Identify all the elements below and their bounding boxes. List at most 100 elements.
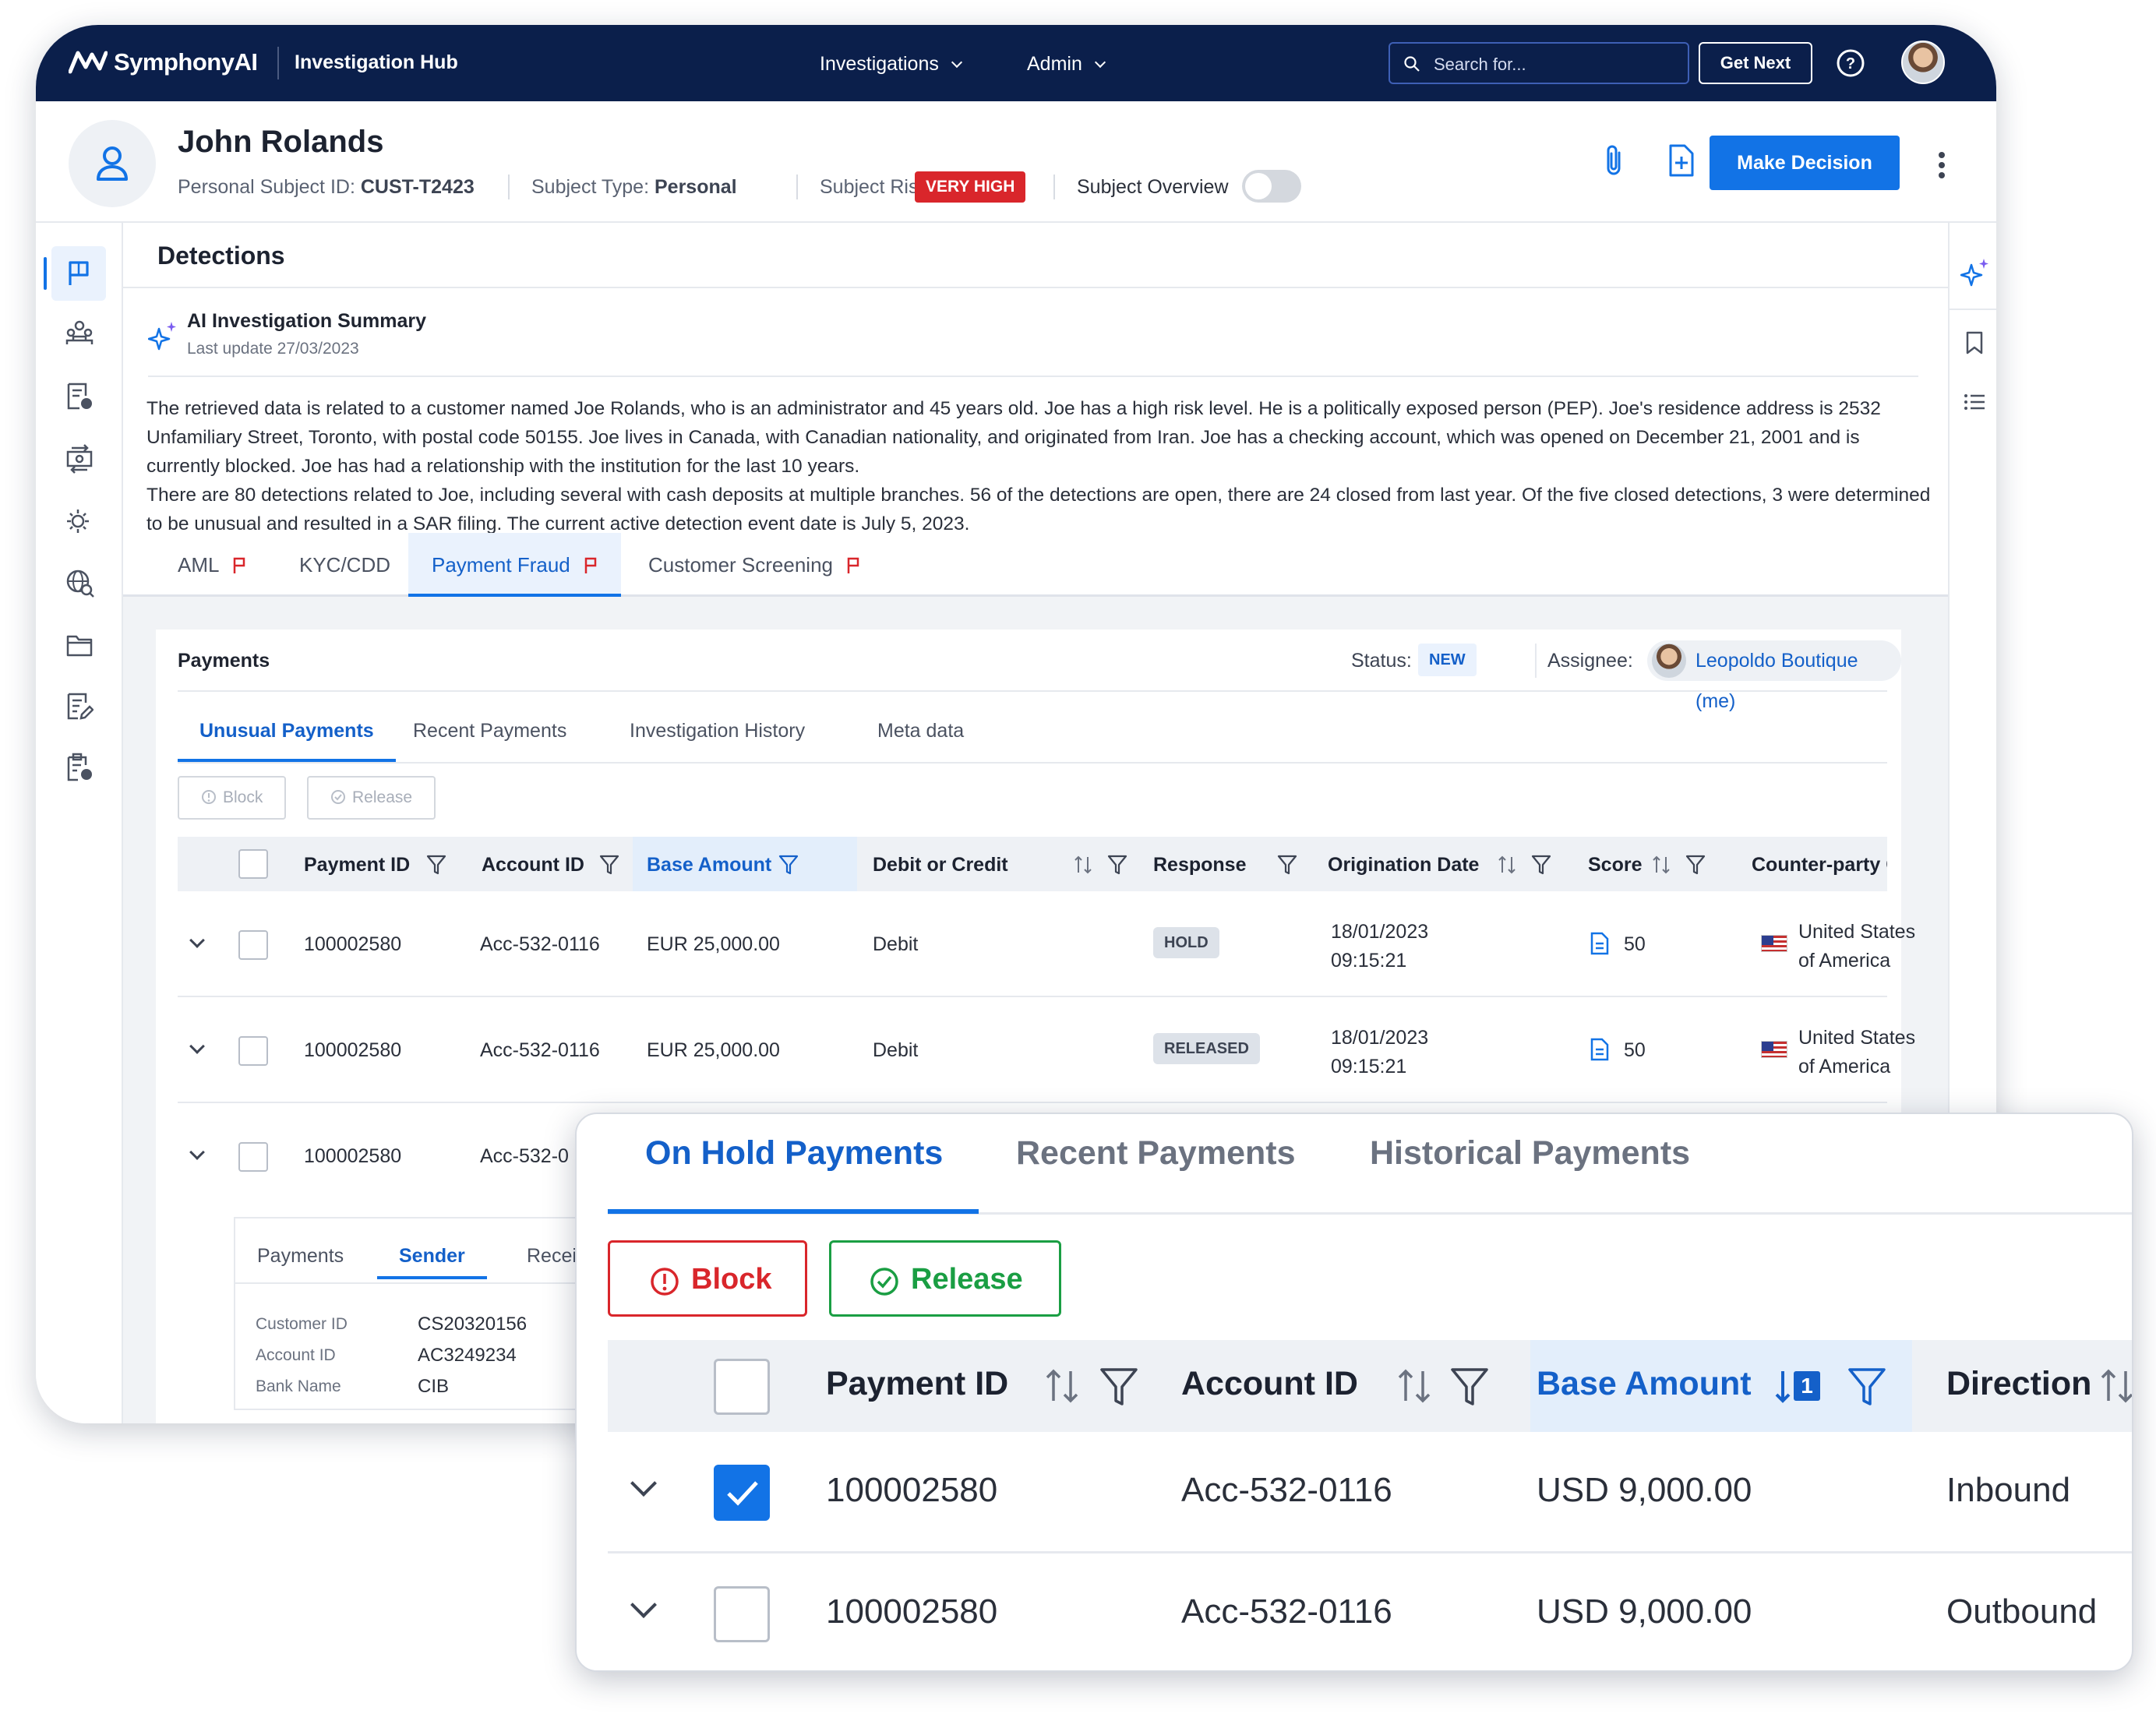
column-account-id[interactable]: Account ID	[482, 854, 584, 876]
table-row[interactable]: 100002580 Acc-532-0116 EUR 25,000.00 Deb…	[178, 997, 1915, 1103]
column-account-id[interactable]: Account ID	[1181, 1365, 1358, 1403]
alert-icon	[202, 790, 216, 804]
tab-aml[interactable]: AML	[154, 533, 270, 597]
sort-descending-icon[interactable]	[1773, 1367, 1794, 1405]
tab-recent-payments[interactable]: Recent Payments	[391, 700, 588, 762]
chevron-down-icon[interactable]	[189, 933, 205, 948]
filter-icon[interactable]	[598, 854, 620, 876]
chevron-down-icon[interactable]	[189, 1039, 205, 1054]
payment-id: 100002580	[304, 1039, 402, 1061]
block-button[interactable]: Block	[608, 1240, 807, 1317]
column-response[interactable]: Response	[1153, 854, 1246, 876]
chevron-down-icon[interactable]	[189, 1144, 205, 1160]
tab-investigation-history[interactable]: Investigation History	[608, 700, 827, 762]
us-flag-icon	[1761, 935, 1787, 952]
network-gear-icon[interactable]	[65, 506, 94, 536]
payments-title: Payments	[178, 650, 270, 672]
column-payment-id[interactable]: Payment ID	[304, 854, 410, 876]
tab-payment-fraud[interactable]: Payment Fraud	[408, 533, 621, 597]
filter-icon[interactable]	[1847, 1367, 1887, 1407]
column-label: Payment ID	[304, 854, 411, 876]
column-score[interactable]: Score	[1588, 854, 1642, 876]
add-document-icon[interactable]	[1667, 143, 1696, 178]
row-checkbox[interactable]	[714, 1586, 770, 1642]
filter-icon[interactable]	[1276, 854, 1298, 876]
search-input[interactable]: Search for...	[1389, 42, 1689, 84]
column-base-amount[interactable]: Base Amount	[1537, 1365, 1752, 1403]
sort-icon[interactable]	[1044, 1367, 1080, 1405]
table-row[interactable]: 100002580 Acc-532-0116 USD 9,000.00 Inbo…	[608, 1432, 2132, 1553]
tab-meta-data[interactable]: Meta data	[856, 700, 986, 762]
filter-icon[interactable]	[425, 854, 447, 876]
globe-search-icon[interactable]	[65, 569, 95, 598]
select-all-checkbox[interactable]	[238, 849, 268, 879]
column-direction[interactable]: Direction	[1946, 1365, 2091, 1403]
block-button[interactable]: Block	[178, 776, 287, 820]
user-avatar[interactable]	[1901, 41, 1945, 84]
detail-tab-payments[interactable]: Payments	[235, 1233, 365, 1279]
help-icon[interactable]: ?	[1836, 48, 1865, 78]
row-checkbox-checked[interactable]	[714, 1465, 770, 1521]
document-info-icon[interactable]	[65, 382, 94, 411]
paperclip-icon[interactable]	[1602, 143, 1625, 178]
edit-document-icon[interactable]	[65, 692, 94, 721]
people-icon[interactable]	[65, 319, 94, 346]
column-origination-date[interactable]: Origination Date	[1328, 854, 1479, 876]
tab-recent-payments[interactable]: Recent Payments	[1016, 1134, 1296, 1204]
document-icon[interactable]	[1590, 932, 1610, 955]
table-row[interactable]: 100002580 Acc-532-0116 USD 9,000.00 Outb…	[608, 1553, 2132, 1670]
more-options-icon[interactable]	[1937, 150, 1946, 181]
filter-icon[interactable]	[1530, 854, 1552, 876]
payment-id: 100002580	[304, 1145, 402, 1167]
column-counterparty-country[interactable]: Counter-party Count	[1752, 854, 1887, 876]
tab-on-hold-payments[interactable]: On Hold Payments	[645, 1134, 943, 1204]
bookmark-icon[interactable]	[1965, 330, 1984, 355]
direction: Outbound	[1946, 1592, 2098, 1631]
meta-divider	[1053, 175, 1055, 199]
sidebar-item-detections[interactable]	[44, 246, 106, 301]
ai-sparkle-icon[interactable]	[1960, 257, 1990, 287]
transfer-icon[interactable]	[65, 444, 94, 474]
sort-icon[interactable]	[1496, 854, 1518, 876]
row-checkbox[interactable]	[238, 1142, 268, 1172]
clipboard-clock-icon[interactable]	[65, 753, 94, 782]
subject-overview-toggle[interactable]	[1242, 170, 1301, 203]
detail-value: CS20320156	[418, 1314, 528, 1335]
sort-icon[interactable]	[1072, 854, 1094, 876]
chevron-down-icon[interactable]	[630, 1470, 657, 1497]
score: 50	[1624, 933, 1646, 955]
filter-icon[interactable]	[1685, 854, 1706, 876]
folder-icon[interactable]	[65, 634, 94, 658]
filter-icon[interactable]	[778, 854, 799, 876]
menu-investigations[interactable]: Investigations	[820, 53, 962, 76]
sort-icon[interactable]	[2099, 1367, 2133, 1405]
tab-historical-payments[interactable]: Historical Payments	[1370, 1134, 1690, 1204]
detail-tab-sender[interactable]: Sender	[377, 1233, 487, 1279]
chevron-down-icon[interactable]	[630, 1592, 657, 1618]
row-checkbox[interactable]	[238, 930, 268, 960]
list-icon[interactable]	[1964, 393, 1985, 411]
assignee-chip[interactable]: Leopoldo Boutique (me)	[1647, 640, 1901, 712]
tab-kyc-cdd-label: KYC/CDD	[299, 553, 391, 577]
column-payment-id[interactable]: Payment ID	[826, 1365, 1008, 1403]
sort-icon[interactable]	[1650, 854, 1672, 876]
get-next-button[interactable]: Get Next	[1699, 42, 1812, 84]
row-checkbox[interactable]	[238, 1036, 268, 1066]
sort-icon[interactable]	[1396, 1367, 1432, 1405]
release-button[interactable]: Release	[307, 776, 436, 820]
filter-icon[interactable]	[1099, 1367, 1139, 1407]
time-value: 09:15:21	[1331, 1056, 1407, 1077]
select-all-checkbox[interactable]	[714, 1359, 770, 1415]
column-base-amount[interactable]: Base Amount	[647, 854, 771, 876]
tab-kyc-cdd[interactable]: KYC/CDD	[276, 533, 414, 597]
tab-customer-screening[interactable]: Customer Screening	[625, 533, 884, 597]
table-row[interactable]: 100002580 Acc-532-0116 EUR 25,000.00 Deb…	[178, 891, 1915, 997]
filter-icon[interactable]	[1449, 1367, 1490, 1407]
column-debit-or-credit[interactable]: Debit or Credit	[873, 854, 1008, 876]
document-icon[interactable]	[1590, 1038, 1610, 1061]
release-button[interactable]: Release	[829, 1240, 1061, 1317]
make-decision-button[interactable]: Make Decision	[1710, 136, 1900, 190]
filter-icon[interactable]	[1106, 854, 1128, 876]
menu-admin[interactable]: Admin	[1027, 53, 1106, 76]
tab-unusual-payments[interactable]: Unusual Payments	[178, 700, 396, 762]
